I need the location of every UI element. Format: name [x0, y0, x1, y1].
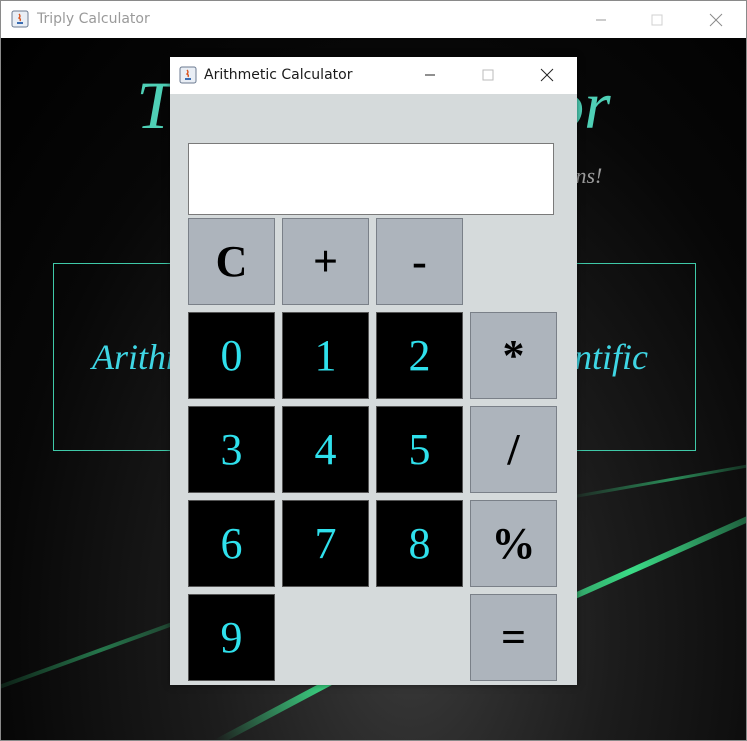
outer-window-title: Triply Calculator	[37, 11, 150, 27]
digit-7-button[interactable]: 7	[282, 500, 369, 587]
digit-8-button[interactable]: 8	[376, 500, 463, 587]
multiply-button[interactable]: *	[470, 312, 557, 399]
divide-button[interactable]: /	[470, 406, 557, 493]
java-app-icon	[11, 10, 29, 28]
digit-0-button[interactable]: 0	[188, 312, 275, 399]
maximize-icon[interactable]	[465, 60, 511, 90]
java-app-icon	[179, 66, 197, 84]
plus-button[interactable]: +	[282, 218, 369, 305]
decorative-stripe	[562, 458, 746, 501]
digit-5-button[interactable]: 5	[376, 406, 463, 493]
close-icon[interactable]	[524, 60, 570, 90]
clear-button[interactable]: C	[188, 218, 275, 305]
digit-4-button[interactable]: 4	[282, 406, 369, 493]
digit-1-button[interactable]: 1	[282, 312, 369, 399]
dialog-title: Arithmetic Calculator	[204, 67, 353, 83]
digit-2-button[interactable]: 2	[376, 312, 463, 399]
digit-9-button[interactable]: 9	[188, 594, 275, 681]
outer-titlebar[interactable]: Triply Calculator	[1, 1, 746, 38]
minimize-icon[interactable]	[578, 5, 624, 35]
minimize-icon[interactable]	[407, 60, 453, 90]
dialog-titlebar[interactable]: Arithmetic Calculator	[170, 57, 577, 94]
close-icon[interactable]	[693, 5, 739, 35]
arithmetic-dialog: Arithmetic Calculator C + - 0 1 2 * 3 4 …	[170, 57, 577, 685]
equals-button[interactable]: =	[470, 594, 557, 681]
modulo-button[interactable]: %	[470, 500, 557, 587]
digit-6-button[interactable]: 6	[188, 500, 275, 587]
calculator-display[interactable]	[188, 143, 554, 215]
maximize-icon[interactable]	[634, 5, 680, 35]
digit-3-button[interactable]: 3	[188, 406, 275, 493]
minus-button[interactable]: -	[376, 218, 463, 305]
